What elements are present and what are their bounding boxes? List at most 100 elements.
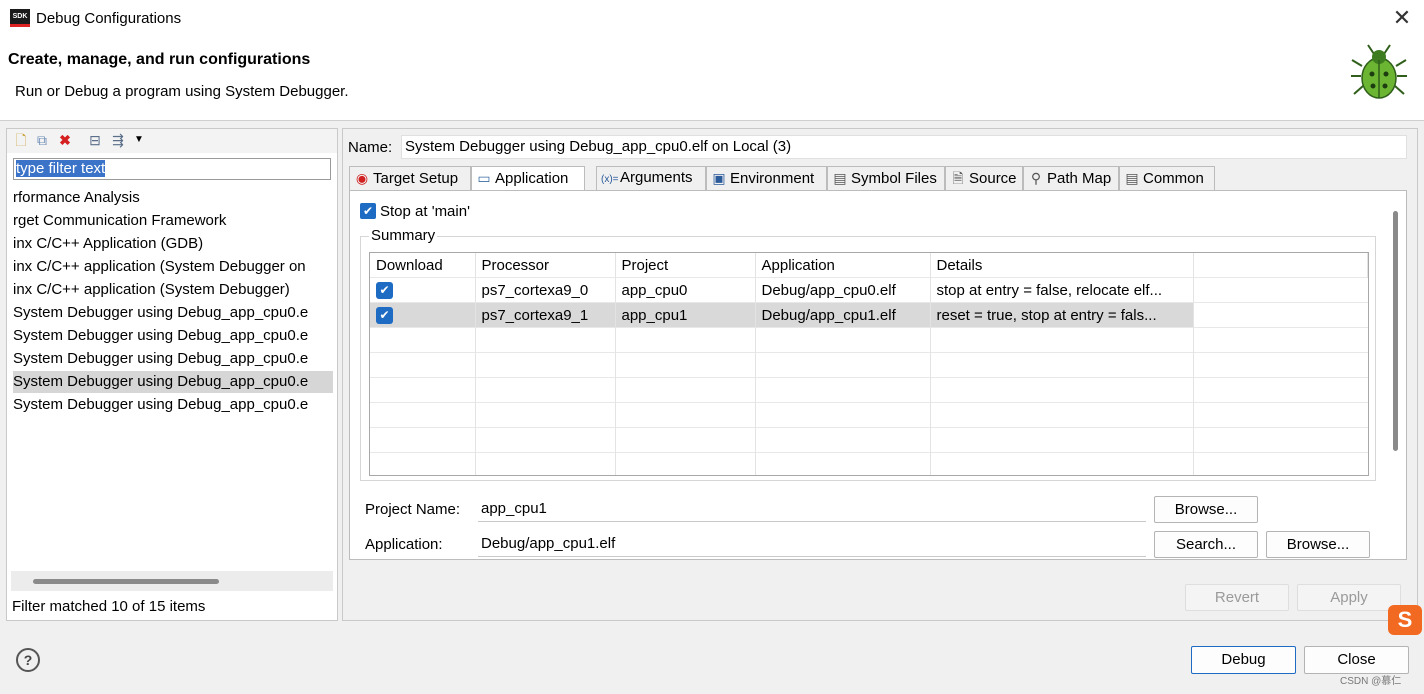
tree-item[interactable]: rformance Analysis — [13, 187, 333, 209]
sogou-ime-icon[interactable]: S — [1388, 605, 1422, 635]
source-icon: 🗎 — [952, 170, 964, 186]
summary-label: Summary — [369, 227, 438, 244]
summary-group: Summary Download Processor Project Appli… — [360, 227, 1376, 481]
application-tab-content: ✔ Stop at 'main' Summary Download Proces… — [349, 190, 1407, 560]
horizontal-scrollbar[interactable] — [11, 571, 333, 591]
empty-row — [370, 327, 1368, 353]
application-cell: Debug/app_cpu0.elf — [755, 277, 931, 303]
download-checkbox[interactable]: ✔ — [376, 281, 393, 299]
empty-row — [370, 427, 1368, 453]
close-button[interactable]: Close — [1304, 646, 1409, 674]
dialog-header: Create, manage, and run configurations R… — [0, 38, 1424, 121]
tree-toolbar: 🗋 ⧉ ✖ ⊟ ⇶ ▼ — [7, 129, 337, 153]
tree-item[interactable]: inx C/C++ application (System Debugger o… — [13, 256, 333, 278]
processor-cell: ps7_cortexa9_0 — [475, 277, 616, 303]
column-header[interactable]: Project — [615, 253, 756, 278]
application-cell: Debug/app_cpu1.elf — [755, 302, 931, 328]
tree-item-selected[interactable]: System Debugger using Debug_app_cpu0.e — [13, 371, 333, 393]
watermark: CSDN @慕仁 — [1340, 676, 1402, 687]
download-cell: ✔ — [370, 277, 476, 303]
tab-bar: ◉ Target Setup ▭ Application (x)= Arguments… — [349, 166, 1407, 191]
duplicate-icon[interactable]: ⧉ — [34, 132, 50, 148]
tree-item[interactable]: System Debugger using Debug_app_cpu0.e — [13, 302, 333, 324]
download-cell: ✔ — [370, 302, 476, 328]
column-header[interactable]: Processor — [475, 253, 616, 278]
header-title: Create, manage, and run configurations — [8, 51, 311, 68]
project-name-label: Project Name: — [365, 501, 461, 518]
tab-environment[interactable]: ▣ Environment — [706, 166, 827, 190]
application-label: Application: — [365, 536, 443, 553]
tab-symbol-files[interactable]: ▤ Symbol Files — [827, 166, 945, 190]
chevron-down-icon[interactable]: ▼ — [131, 132, 147, 148]
help-icon[interactable]: ? — [16, 648, 40, 672]
header-subtitle: Run or Debug a program using System Debu… — [15, 83, 349, 100]
tree-item[interactable]: System Debugger using Debug_app_cpu0.e — [13, 348, 333, 370]
project-name-input[interactable]: app_cpu1 — [478, 496, 1146, 522]
column-header[interactable]: Details — [930, 253, 1194, 278]
path-map-icon: ⚲ — [1030, 170, 1042, 186]
scrollbar-thumb[interactable] — [33, 579, 219, 584]
project-browse-button[interactable]: Browse... — [1154, 496, 1258, 523]
table-header-row: Download Processor Project Application D… — [370, 253, 1368, 278]
empty-row — [370, 452, 1368, 475]
debug-button[interactable]: Debug — [1191, 646, 1296, 674]
tree-item[interactable]: inx C/C++ application (System Debugger) — [13, 279, 333, 301]
filter-input[interactable]: type filter text — [13, 158, 331, 180]
delete-icon[interactable]: ✖ — [57, 132, 73, 148]
configuration-editor: Name: System Debugger using Debug_app_cp… — [342, 128, 1418, 621]
processor-cell: ps7_cortexa9_1 — [475, 302, 616, 328]
tab-arguments[interactable]: (x)= Arguments — [596, 166, 706, 190]
vertical-scrollbar-thumb[interactable] — [1393, 211, 1398, 451]
filler-cell — [1193, 302, 1368, 328]
close-window-icon[interactable]: ✕ — [1388, 4, 1416, 32]
tab-target-setup[interactable]: ◉ Target Setup — [349, 166, 471, 190]
details-cell: reset = true, stop at entry = fals... — [930, 302, 1194, 328]
table-row[interactable]: ✔ ps7_cortexa9_0 app_cpu0 Debug/app_cpu0… — [370, 277, 1368, 303]
application-input[interactable]: Debug/app_cpu1.elf — [478, 531, 1146, 557]
window-title: Debug Configurations — [36, 10, 182, 27]
empty-row — [370, 402, 1368, 428]
new-configuration-icon[interactable]: 🗋 — [13, 132, 29, 148]
column-header[interactable]: Download — [370, 253, 476, 278]
download-checkbox[interactable]: ✔ — [376, 306, 393, 324]
variable-icon: (x)= — [601, 174, 619, 185]
tree-item[interactable]: System Debugger using Debug_app_cpu0.e — [13, 325, 333, 347]
tree-item[interactable]: rget Communication Framework — [13, 210, 333, 232]
application-search-button[interactable]: Search... — [1154, 531, 1258, 558]
tab-source[interactable]: 🗎 Source — [945, 166, 1023, 190]
window-icon: ▭ — [477, 170, 491, 186]
tab-application[interactable]: ▭ Application — [471, 166, 585, 191]
sdk-app-icon: SDK — [10, 9, 30, 27]
project-cell: app_cpu1 — [615, 302, 756, 328]
name-label: Name: — [348, 139, 393, 156]
environment-icon: ▣ — [712, 170, 726, 186]
project-cell: app_cpu0 — [615, 277, 756, 303]
column-header-filler — [1193, 253, 1368, 278]
filter-status: Filter matched 10 of 15 items — [12, 598, 206, 615]
collapse-all-icon[interactable]: ⊟ — [87, 132, 103, 148]
empty-row — [370, 352, 1368, 378]
common-icon: ▤ — [1125, 170, 1139, 186]
tree-item[interactable]: inx C/C++ Application (GDB) — [13, 233, 333, 255]
empty-row — [370, 377, 1368, 403]
tab-path-map[interactable]: ⚲ Path Map — [1023, 166, 1119, 190]
configuration-tree-panel: 🗋 ⧉ ✖ ⊟ ⇶ ▼ type filter text rformance A… — [6, 128, 338, 621]
revert-button[interactable]: Revert — [1185, 584, 1289, 611]
debug-bug-icon — [1351, 44, 1407, 99]
symbol-file-icon: ▤ — [833, 170, 847, 186]
tree-item[interactable]: System Debugger using Debug_app_cpu0.e — [13, 394, 333, 416]
title-bar: SDK Debug Configurations ✕ — [0, 0, 1424, 39]
stop-at-main-checkbox[interactable]: ✔ — [360, 203, 376, 219]
table-row-selected[interactable]: ✔ ps7_cortexa9_1 app_cpu1 Debug/app_cpu1… — [370, 302, 1368, 328]
tab-common[interactable]: ▤ Common — [1119, 166, 1215, 190]
summary-table: Download Processor Project Application D… — [369, 252, 1369, 476]
filler-cell — [1193, 277, 1368, 303]
filter-icon[interactable]: ⇶ — [110, 132, 126, 148]
apply-button[interactable]: Apply — [1297, 584, 1401, 611]
name-input[interactable]: System Debugger using Debug_app_cpu0.elf… — [401, 135, 1407, 159]
details-cell: stop at entry = false, relocate elf... — [930, 277, 1194, 303]
column-header[interactable]: Application — [755, 253, 931, 278]
target-icon: ◉ — [355, 170, 369, 186]
stop-at-main-label: Stop at 'main' — [380, 203, 470, 220]
application-browse-button[interactable]: Browse... — [1266, 531, 1370, 558]
